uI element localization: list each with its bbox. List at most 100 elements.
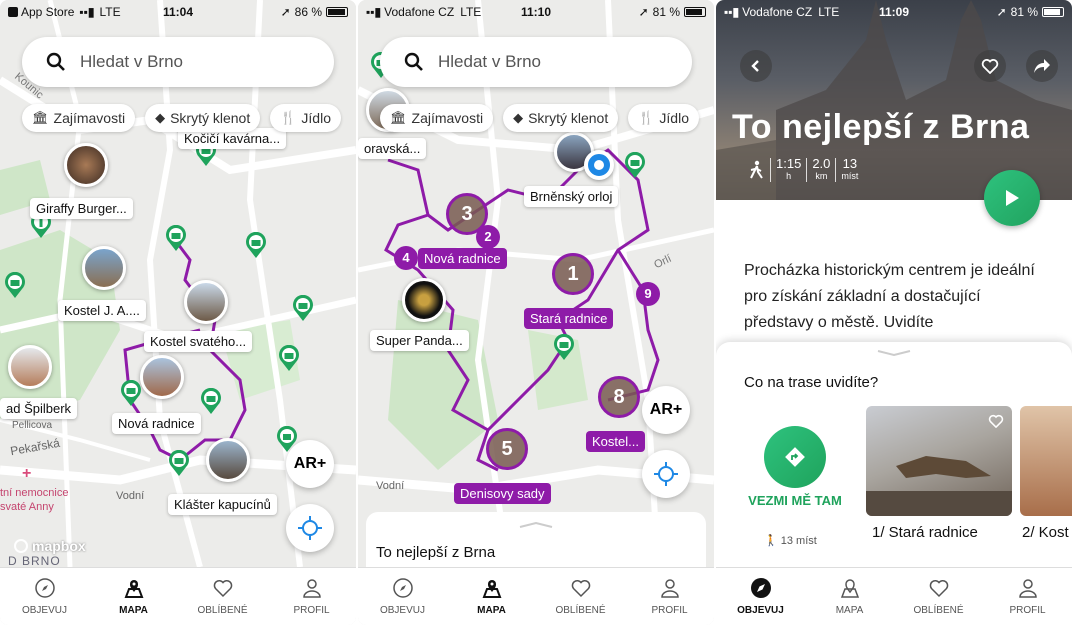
profile-icon bbox=[302, 579, 321, 598]
signal-icon: ▪▪▮ bbox=[366, 5, 382, 19]
route-stop-label[interactable]: Nová radnice bbox=[418, 248, 507, 269]
route-description: Procházka historickým centrem je ideální… bbox=[744, 262, 1035, 331]
ar-button[interactable]: AR+ bbox=[642, 386, 690, 434]
tab-mapa[interactable]: MAPA bbox=[805, 568, 894, 625]
navigate-label[interactable]: VEZMI MĚ TAM bbox=[748, 494, 842, 508]
place-label[interactable]: Klášter kapucínů bbox=[168, 494, 277, 515]
place-label[interactable]: Super Panda... bbox=[370, 330, 469, 351]
landmark-pin-icon[interactable] bbox=[200, 388, 222, 414]
landmark-pin-icon[interactable] bbox=[165, 225, 187, 251]
route-stop-2[interactable]: 2 bbox=[476, 225, 500, 249]
tab-oblibene[interactable]: OBLÍBENÉ bbox=[894, 568, 983, 625]
landmark-pin-icon[interactable] bbox=[120, 380, 142, 406]
map-icon bbox=[482, 580, 501, 598]
tab-objevuj[interactable]: OBJEVUJ bbox=[716, 568, 805, 625]
route-stop-5[interactable]: 5 bbox=[486, 428, 528, 470]
landmark-pin-icon[interactable] bbox=[168, 450, 190, 476]
chip-zajimavosti[interactable]: 🏛 Zajímavosti bbox=[22, 104, 136, 132]
place-label[interactable]: Kostel J. A.... bbox=[58, 300, 146, 321]
chip-label: Zajímavosti bbox=[53, 110, 126, 126]
place-label[interactable]: ad Špilberk bbox=[0, 398, 78, 419]
street-label-pellicova: Pellicova bbox=[12, 420, 53, 431]
walking-icon: 🚶 bbox=[764, 535, 778, 547]
route-stop-4[interactable]: 4 bbox=[394, 246, 418, 270]
locate-button[interactable] bbox=[642, 450, 690, 498]
tab-label: OBLÍBENÉ bbox=[555, 605, 606, 616]
place-label[interactable]: Giraffy Burger... bbox=[30, 198, 133, 219]
chip-jidlo[interactable]: 🍴 Jídlo bbox=[270, 104, 341, 132]
place-card-label[interactable]: 2/ Kost bbox=[1022, 524, 1069, 541]
share-button[interactable] bbox=[1026, 50, 1058, 82]
tab-label: OBJEVUJ bbox=[737, 605, 784, 616]
chip-zajimavosti[interactable]: 🏛 Zajímavosti bbox=[380, 104, 494, 132]
ar-button[interactable]: AR+ bbox=[286, 440, 334, 488]
locate-button[interactable] bbox=[286, 504, 334, 552]
tab-profil[interactable]: PROFIL bbox=[625, 568, 714, 625]
route-stop-label[interactable]: Stará radnice bbox=[524, 308, 614, 329]
search-bar[interactable]: Hledat v Brno bbox=[380, 37, 692, 87]
search-placeholder: Hledat v Brno bbox=[438, 52, 541, 71]
back-button[interactable] bbox=[740, 50, 772, 82]
favorite-button[interactable] bbox=[974, 50, 1006, 82]
place-photo-kostel-svateho[interactable] bbox=[184, 280, 228, 324]
place-card-label[interactable]: 1/ Stará radnice bbox=[872, 524, 978, 541]
place-card-kostel[interactable] bbox=[1020, 406, 1072, 516]
route-stop-1[interactable]: 1 bbox=[552, 253, 594, 295]
tab-bar: OBJEVUJ MAPA OBLÍBENÉ PROFIL bbox=[716, 567, 1072, 625]
tab-objevuj[interactable]: OBJEVUJ bbox=[0, 568, 89, 625]
landmark-pin-icon[interactable] bbox=[624, 152, 646, 178]
landmark-pin-icon[interactable] bbox=[278, 345, 300, 371]
place-label[interactable]: Nová radnice bbox=[112, 413, 201, 434]
place-card-stara-radnice[interactable] bbox=[866, 406, 1012, 516]
tab-mapa[interactable]: MAPA bbox=[447, 568, 536, 625]
places-sheet[interactable]: Co na trase uvidíte? VEZMI MĚ TAM 🚶 13 m… bbox=[716, 342, 1072, 567]
screen-map-explore: Kounic Pekařská Pellicova Vodní + tní ne… bbox=[0, 0, 356, 625]
route-stop-label[interactable]: Kostel... bbox=[586, 431, 645, 452]
landmark-pin-icon[interactable] bbox=[4, 272, 26, 298]
place-photo-super-panda[interactable] bbox=[402, 278, 446, 322]
place-label[interactable]: oravská... bbox=[358, 138, 427, 159]
sheet-handle-icon[interactable] bbox=[518, 522, 554, 528]
map-icon bbox=[840, 579, 859, 598]
place-photo-nova-radnice[interactable] bbox=[140, 355, 184, 399]
tab-mapa[interactable]: MAPA bbox=[89, 568, 178, 625]
status-bar: ▪▪▮ Vodafone CZ LTE 11:09 ➚ 81 % bbox=[716, 0, 1072, 24]
play-button[interactable] bbox=[984, 170, 1040, 226]
route-stop-8[interactable]: 8 bbox=[598, 376, 640, 418]
landmark-pin-icon[interactable] bbox=[292, 295, 314, 321]
status-bar: ▪▪▮ Vodafone CZ LTE 11:10 ➚ 81 % bbox=[358, 0, 714, 24]
landmark-pin-icon[interactable] bbox=[245, 232, 267, 258]
stat-unit: míst bbox=[841, 171, 859, 181]
stat-value: 2.0 bbox=[812, 156, 831, 171]
chip-jidlo[interactable]: 🍴 Jídlo bbox=[628, 104, 699, 132]
place-photo-cafe[interactable] bbox=[64, 143, 108, 187]
place-label[interactable]: Brněnský orloj bbox=[524, 186, 619, 207]
route-stop-9[interactable]: 9 bbox=[636, 282, 660, 306]
sheet-handle-icon[interactable] bbox=[876, 350, 912, 356]
chip-skryty-klenot[interactable]: ◆ Skrytý klenot bbox=[503, 104, 619, 132]
stop-number: 1 bbox=[567, 263, 579, 285]
navigate-button[interactable] bbox=[764, 426, 826, 488]
play-icon bbox=[1006, 190, 1019, 206]
heart-icon[interactable] bbox=[988, 414, 1004, 428]
route-bottom-sheet[interactable]: To nejlepší z Brna bbox=[366, 512, 706, 567]
tab-profil[interactable]: PROFIL bbox=[983, 568, 1072, 625]
search-bar[interactable]: Hledat v Brno bbox=[22, 37, 334, 87]
tab-objevuj[interactable]: OBJEVUJ bbox=[358, 568, 447, 625]
street-label-vodni: Vodní bbox=[376, 480, 405, 492]
tab-profil[interactable]: PROFIL bbox=[267, 568, 356, 625]
compass-icon bbox=[750, 578, 771, 598]
tab-oblibene[interactable]: OBLÍBENÉ bbox=[178, 568, 267, 625]
route-stop-label[interactable]: Denisovy sady bbox=[454, 483, 551, 504]
place-label[interactable]: Kostel svatého... bbox=[144, 331, 253, 352]
chip-skryty-klenot[interactable]: ◆ Skrytý klenot bbox=[145, 104, 261, 132]
place-photo-kostel-ja[interactable] bbox=[82, 246, 126, 290]
diamond-icon: ◆ bbox=[513, 110, 524, 125]
place-photo-spilberk[interactable] bbox=[8, 345, 52, 389]
battery-icon bbox=[326, 7, 348, 17]
place-photo-klaster[interactable] bbox=[206, 438, 250, 482]
diamond-icon: ◆ bbox=[155, 110, 166, 125]
tab-oblibene[interactable]: OBLÍBENÉ bbox=[536, 568, 625, 625]
screen-route-detail: To nejlepší z Brna 1:15 h 2.0 km 13 míst ▪▪… bbox=[716, 0, 1072, 625]
landmark-pin-icon[interactable] bbox=[553, 334, 575, 360]
